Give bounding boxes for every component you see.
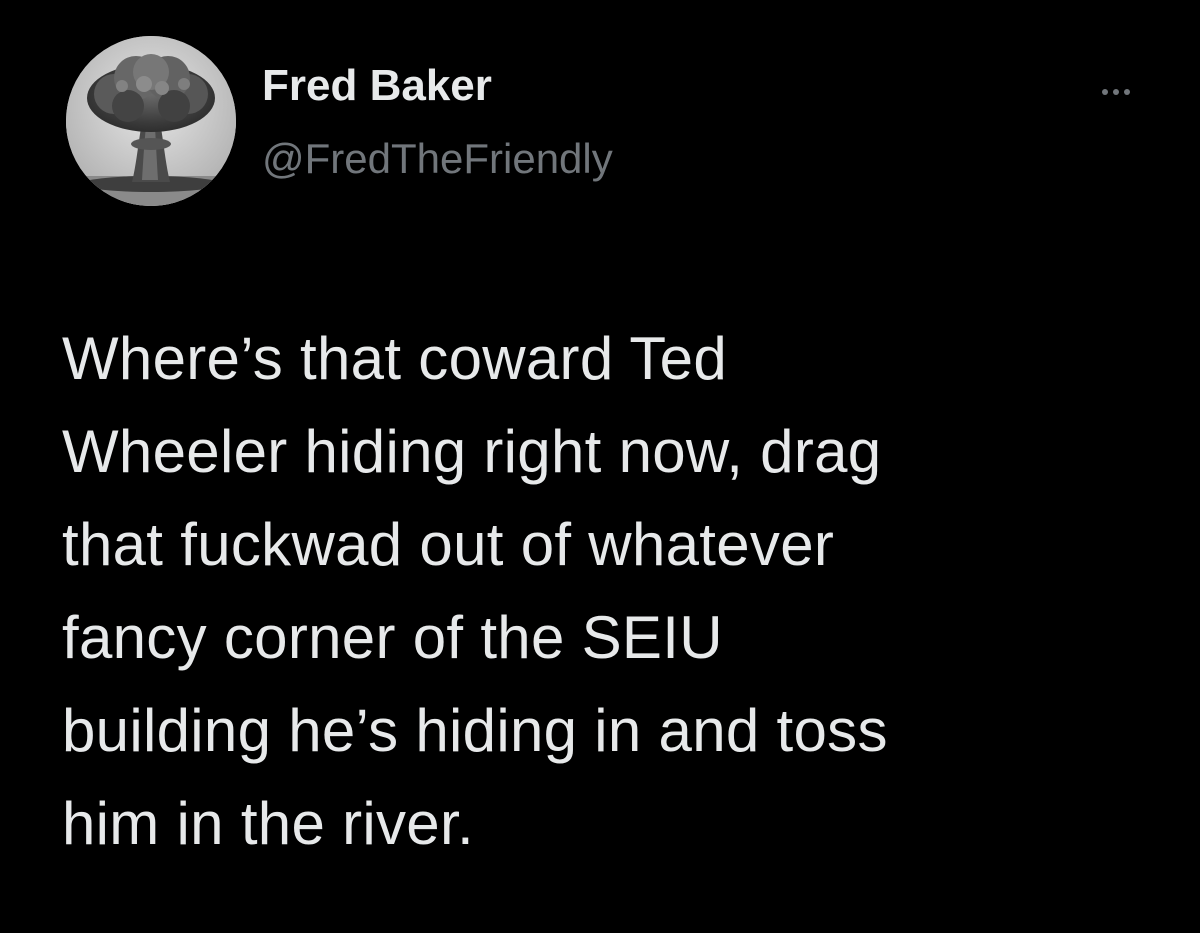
tweet-text: Where’s that coward Ted Wheeler hiding r…: [62, 325, 888, 857]
display-name[interactable]: Fred Baker: [262, 61, 492, 110]
more-options-icon: [1102, 89, 1130, 95]
more-options-button[interactable]: [1090, 74, 1142, 110]
tweet-card: Fred Baker @FredTheFriendly Where’s that…: [0, 0, 1200, 933]
mushroom-cloud-avatar-icon: [66, 36, 236, 206]
avatar[interactable]: [66, 36, 236, 206]
user-handle[interactable]: @FredTheFriendly: [262, 135, 613, 182]
